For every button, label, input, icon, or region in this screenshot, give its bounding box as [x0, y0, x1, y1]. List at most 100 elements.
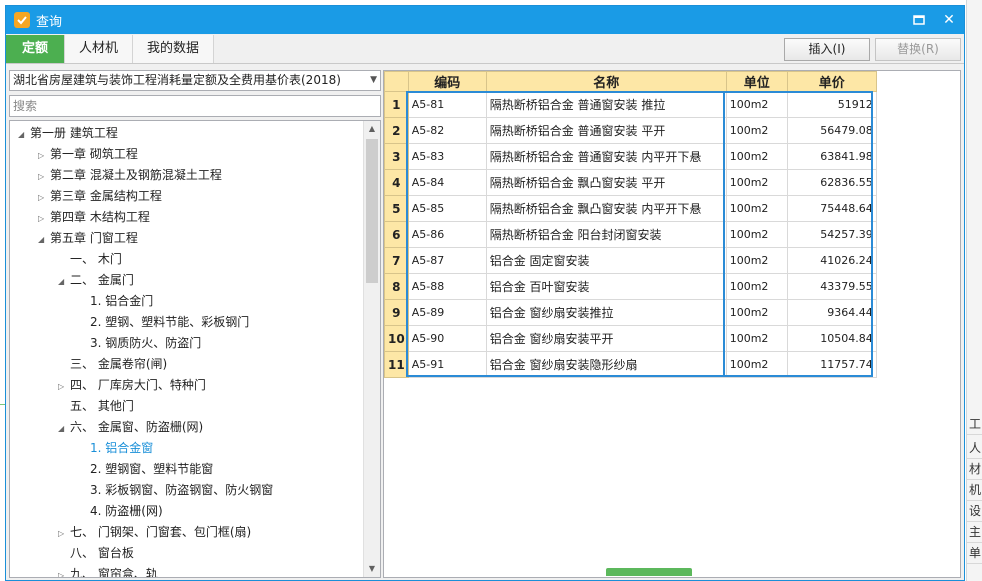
tree-item[interactable]: ▷ 四、 厂库房大门、特种门: [58, 375, 206, 396]
row-number[interactable]: 5: [384, 195, 409, 222]
cell-price[interactable]: 11757.74: [786, 351, 877, 378]
tree-item[interactable]: 2. 塑钢窗、塑料节能窗: [78, 459, 213, 480]
cell-code[interactable]: A5-87: [407, 247, 487, 274]
tab-labor-material-machine[interactable]: 人材机: [65, 35, 134, 63]
cell-name[interactable]: 铝合金 固定窗安装: [485, 247, 727, 274]
cell-unit[interactable]: 100m2: [725, 299, 788, 326]
table-row[interactable]: 9 A5-89 铝合金 窗纱扇安装推拉 100m2 9364.44: [384, 299, 877, 326]
row-number[interactable]: 7: [384, 247, 409, 274]
cell-name[interactable]: 隔热断桥铝合金 普通窗安装 平开: [485, 117, 727, 144]
cell-name[interactable]: 隔热断桥铝合金 飘凸窗安装 内平开下悬: [485, 195, 727, 222]
table-row[interactable]: 7 A5-87 铝合金 固定窗安装 100m2 41026.24: [384, 247, 877, 274]
table-row[interactable]: 8 A5-88 铝合金 百叶窗安装 100m2 43379.55: [384, 273, 877, 300]
tree-item[interactable]: 三、 金属卷帘(闸): [58, 354, 167, 375]
cell-price[interactable]: 43379.55: [786, 273, 877, 300]
column-header-name[interactable]: 名称: [485, 71, 727, 92]
row-number[interactable]: 11: [384, 351, 409, 378]
tree-item[interactable]: 1. 铝合金窗: [78, 438, 153, 459]
cell-unit[interactable]: 100m2: [725, 273, 788, 300]
column-header-code[interactable]: 编码: [407, 71, 487, 92]
tree-item[interactable]: ◢ 六、 金属窗、防盗栅(网): [58, 417, 203, 438]
table-row[interactable]: 5 A5-85 隔热断桥铝合金 飘凸窗安装 内平开下悬 100m2 75448.64: [384, 195, 877, 222]
collapsed-arrow-icon[interactable]: ▷: [58, 376, 70, 397]
column-header-unit[interactable]: 单位: [725, 71, 788, 92]
cell-code[interactable]: A5-85: [407, 195, 487, 222]
cell-price[interactable]: 63841.98: [786, 143, 877, 170]
cell-unit[interactable]: 100m2: [725, 221, 788, 248]
collapsed-arrow-icon[interactable]: ▷: [38, 145, 50, 166]
panel-resize-handle[interactable]: [606, 568, 692, 576]
cell-price[interactable]: 10504.84: [786, 325, 877, 352]
cell-name[interactable]: 铝合金 窗纱扇安装隐形纱扇: [485, 351, 727, 378]
cell-code[interactable]: A5-83: [407, 143, 487, 170]
tree-scrollbar[interactable]: ▲ ▼: [363, 121, 380, 577]
row-number[interactable]: 9: [384, 299, 409, 326]
cell-code[interactable]: A5-82: [407, 117, 487, 144]
tab-my-data[interactable]: 我的数据: [133, 35, 215, 63]
tree-item[interactable]: ▷ 第三章 金属结构工程: [38, 186, 162, 207]
tree-item[interactable]: 2. 塑钢、塑料节能、彩板钢门: [78, 312, 249, 333]
table-row[interactable]: 3 A5-83 隔热断桥铝合金 普通窗安装 内平开下悬 100m2 63841.98: [384, 143, 877, 170]
table-row[interactable]: 1 A5-81 隔热断桥铝合金 普通窗安装 推拉 100m2 51912: [384, 91, 877, 118]
expanded-arrow-icon[interactable]: ◢: [38, 229, 50, 250]
cell-unit[interactable]: 100m2: [725, 91, 788, 118]
tree-item[interactable]: ▷ 第一章 砌筑工程: [38, 144, 138, 165]
row-number[interactable]: 6: [384, 221, 409, 248]
cell-price[interactable]: 62836.55: [786, 169, 877, 196]
cell-code[interactable]: A5-91: [407, 351, 487, 378]
cell-price[interactable]: 9364.44: [786, 299, 877, 326]
row-number[interactable]: 8: [384, 273, 409, 300]
cell-name[interactable]: 隔热断桥铝合金 飘凸窗安装 平开: [485, 169, 727, 196]
cell-code[interactable]: A5-88: [407, 273, 487, 300]
cell-unit[interactable]: 100m2: [725, 351, 788, 378]
row-number[interactable]: 10: [384, 325, 409, 352]
tree-item[interactable]: 3. 钢质防火、防盗门: [78, 333, 201, 354]
cell-price[interactable]: 41026.24: [786, 247, 877, 274]
close-icon[interactable]: ✕: [934, 6, 964, 34]
collapsed-arrow-icon[interactable]: ▷: [38, 166, 50, 187]
tree-item[interactable]: 1. 铝合金门: [78, 291, 153, 312]
tree-item[interactable]: ▷ 第二章 混凝土及钢筋混凝土工程: [38, 165, 222, 186]
tree-item[interactable]: ◢ 二、 金属门: [58, 270, 134, 291]
expanded-arrow-icon[interactable]: ◢: [58, 271, 70, 292]
table-row[interactable]: 10 A5-90 铝合金 窗纱扇安装平开 100m2 10504.84: [384, 325, 877, 352]
collapsed-arrow-icon[interactable]: ▷: [38, 187, 50, 208]
cell-unit[interactable]: 100m2: [725, 169, 788, 196]
expanded-arrow-icon[interactable]: ◢: [58, 418, 70, 439]
cell-name[interactable]: 隔热断桥铝合金 普通窗安装 推拉: [485, 91, 727, 118]
cell-code[interactable]: A5-84: [407, 169, 487, 196]
replace-button[interactable]: 替换(R): [875, 38, 961, 61]
tree-item[interactable]: 五、 其他门: [58, 396, 134, 417]
row-number[interactable]: 3: [384, 143, 409, 170]
cell-name[interactable]: 铝合金 百叶窗安装: [485, 273, 727, 300]
cell-code[interactable]: A5-81: [407, 91, 487, 118]
column-header-price[interactable]: 单价: [786, 71, 877, 92]
cell-price[interactable]: 56479.08: [786, 117, 877, 144]
table-row[interactable]: 6 A5-86 隔热断桥铝合金 阳台封闭窗安装 100m2 54257.39: [384, 221, 877, 248]
row-number[interactable]: 1: [384, 91, 409, 118]
cell-code[interactable]: A5-90: [407, 325, 487, 352]
scroll-thumb[interactable]: [366, 139, 378, 283]
cell-price[interactable]: 54257.39: [786, 221, 877, 248]
row-number[interactable]: 2: [384, 117, 409, 144]
tree-item[interactable]: ◢ 第一册 建筑工程: [18, 123, 118, 144]
tree-item[interactable]: ◢ 第五章 门窗工程: [38, 228, 138, 249]
tree-item[interactable]: 4. 防盗栅(网): [78, 501, 163, 522]
scroll-down-icon[interactable]: ▼: [364, 561, 380, 577]
collapsed-arrow-icon[interactable]: ▷: [38, 208, 50, 229]
collapsed-arrow-icon[interactable]: ▷: [58, 523, 70, 544]
tree-item[interactable]: ▷ 九、 窗帘盒、轨: [58, 564, 158, 577]
cell-price[interactable]: 75448.64: [786, 195, 877, 222]
expanded-arrow-icon[interactable]: ◢: [18, 124, 30, 145]
cell-price[interactable]: 51912: [786, 91, 877, 118]
cell-unit[interactable]: 100m2: [725, 195, 788, 222]
tree-item[interactable]: ▷ 七、 门钢架、门窗套、包门框(扇): [58, 522, 251, 543]
table-row[interactable]: 11 A5-91 铝合金 窗纱扇安装隐形纱扇 100m2 11757.74: [384, 351, 877, 378]
cell-name[interactable]: 隔热断桥铝合金 阳台封闭窗安装: [485, 221, 727, 248]
cell-name[interactable]: 隔热断桥铝合金 普通窗安装 内平开下悬: [485, 143, 727, 170]
cell-code[interactable]: A5-89: [407, 299, 487, 326]
tree-item[interactable]: ▷ 第四章 木结构工程: [38, 207, 150, 228]
maximize-icon[interactable]: [904, 6, 934, 34]
cell-unit[interactable]: 100m2: [725, 325, 788, 352]
chevron-down-icon[interactable]: ▼: [370, 71, 377, 90]
